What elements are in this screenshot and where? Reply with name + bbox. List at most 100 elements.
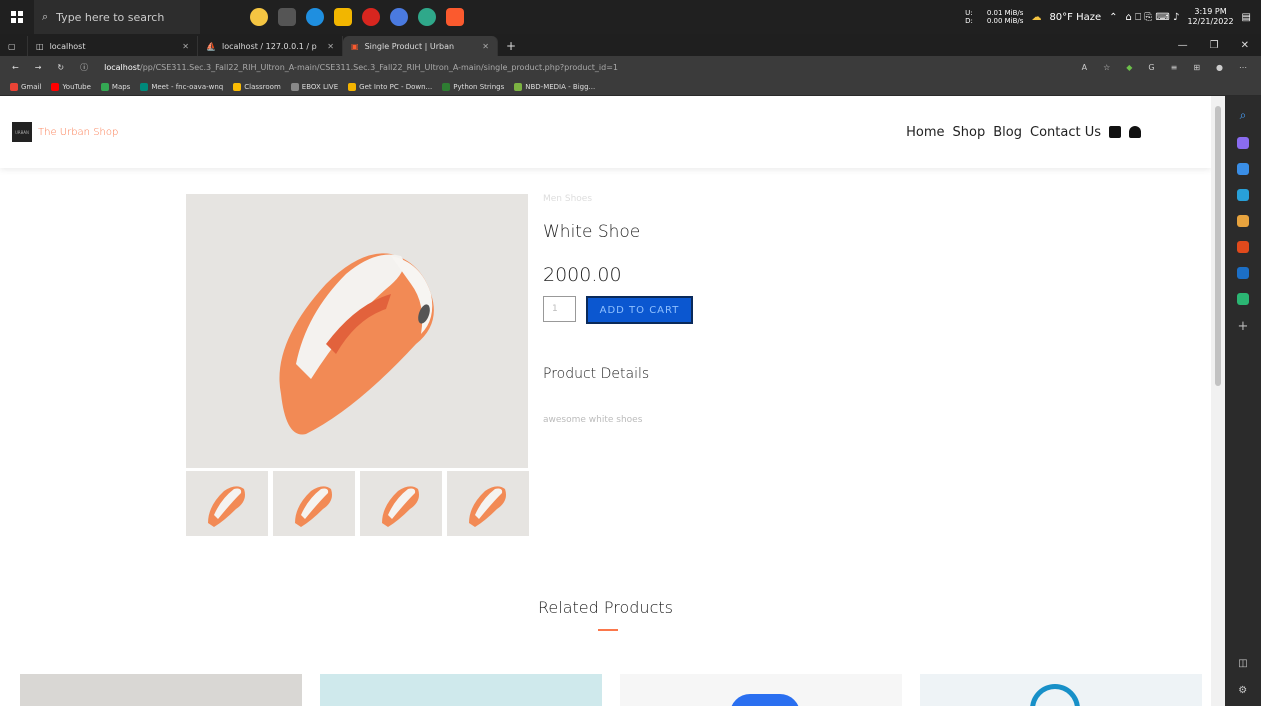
bookmark-classroom[interactable]: Classroom xyxy=(233,82,281,91)
file-explorer-icon[interactable] xyxy=(334,8,352,26)
maps-icon xyxy=(100,82,109,91)
tree-icon[interactable] xyxy=(1237,293,1249,305)
new-tab-button[interactable]: + xyxy=(498,36,524,56)
page-scrollbar[interactable] xyxy=(1211,96,1225,706)
bookmark-getintopc[interactable]: Get Into PC - Down... xyxy=(348,82,432,91)
bookmark-meet[interactable]: Meet - fnc-oava-wnq xyxy=(140,82,223,91)
xampp-icon[interactable] xyxy=(446,8,464,26)
tools-icon[interactable] xyxy=(1237,189,1249,201)
opera-icon[interactable] xyxy=(362,8,380,26)
w3schools-icon xyxy=(442,82,451,91)
url-field[interactable]: localhost/pp/CSE311.Sec.3_Fall22_RIH_Ult… xyxy=(104,63,1065,72)
refresh-icon[interactable]: ↻ xyxy=(57,63,64,72)
net-up-value: 0.01 MiB/s xyxy=(986,9,1024,17)
clock[interactable]: 3:19 PM 12/21/2022 xyxy=(1187,7,1233,27)
more-icon[interactable]: ⋯ xyxy=(1239,63,1247,72)
tab-phpmyadmin[interactable]: ⛵ localhost / 127.0.0.1 / php_proje ✕ xyxy=(198,36,343,56)
brand-name: The Urban Shop xyxy=(38,126,119,138)
weather-app-icon[interactable] xyxy=(250,8,268,26)
product-thumbnail[interactable] xyxy=(273,471,355,536)
window-controls: — ❐ ✕ xyxy=(1178,34,1261,56)
back-icon[interactable]: ← xyxy=(12,63,19,72)
tab-localhost[interactable]: ◫ localhost ✕ xyxy=(28,36,198,56)
notification-icon[interactable]: ▤ xyxy=(1242,12,1251,23)
task-view-icon[interactable] xyxy=(278,8,296,26)
hide-sidebar-icon[interactable]: ◫ xyxy=(1238,658,1247,669)
close-icon[interactable]: ✕ xyxy=(327,42,334,51)
youtube-icon xyxy=(51,82,60,91)
clock-date: 12/21/2022 xyxy=(1187,17,1234,26)
search-icon[interactable]: ⌕ xyxy=(1240,108,1247,123)
extension-icon[interactable]: ◆ xyxy=(1126,63,1132,72)
close-icon[interactable]: ✕ xyxy=(482,42,489,51)
chrome-canary-icon[interactable] xyxy=(390,8,408,26)
settings-icon[interactable]: ⚙ xyxy=(1238,685,1247,696)
read-aloud-icon[interactable]: A xyxy=(1082,63,1087,72)
related-product-card[interactable] xyxy=(920,674,1202,706)
office-icon[interactable] xyxy=(1237,241,1249,253)
tab-single-product[interactable]: ▣ Single Product | Urban ✕ xyxy=(343,36,498,56)
product-thumbnail[interactable] xyxy=(447,471,529,536)
tray-icons[interactable]: ⌂ ⎕ ⎘ ⌨ ♪ xyxy=(1126,12,1180,23)
product-thumbnail[interactable] xyxy=(186,471,268,536)
gmail-icon xyxy=(10,82,18,91)
quantity-input[interactable] xyxy=(543,296,576,322)
nav-shop[interactable]: Shop xyxy=(953,125,986,140)
outlook-icon[interactable] xyxy=(1237,267,1249,279)
bookmark-ebox[interactable]: EBOX LIVE xyxy=(290,82,338,91)
shopping-icon[interactable] xyxy=(1237,163,1249,175)
nbd-icon xyxy=(514,82,523,91)
add-icon[interactable]: + xyxy=(1238,319,1249,334)
product-price: 2000.00 xyxy=(543,264,622,286)
copilot-icon[interactable] xyxy=(1237,137,1249,149)
taskbar-search[interactable]: ⌕ Type here to search xyxy=(34,0,200,34)
related-product-card[interactable] xyxy=(620,674,902,706)
bookmark-maps[interactable]: Maps xyxy=(100,82,130,91)
tab-strip: ▢ ◫ localhost ✕ ⛵ localhost / 127.0.0.1 … xyxy=(0,34,1261,56)
product-thumbnail[interactable] xyxy=(360,471,442,536)
chrome-icon[interactable] xyxy=(418,8,436,26)
related-product-card[interactable] xyxy=(20,674,302,706)
taskbar-search-placeholder: Type here to search xyxy=(56,10,165,24)
xampp-tab-icon: ▣ xyxy=(351,41,359,51)
nav-blog[interactable]: Blog xyxy=(993,125,1022,140)
heading-underline xyxy=(598,629,618,631)
close-icon[interactable]: ✕ xyxy=(182,42,189,51)
site-navbar: URBAN The Urban Shop Home Shop Blog Cont… xyxy=(0,96,1211,168)
weather-text[interactable]: 80°F Haze xyxy=(1049,12,1101,23)
tab-actions-icon[interactable]: ▢ xyxy=(0,36,28,56)
collections-icon[interactable]: ⊞ xyxy=(1193,63,1200,72)
shopping-bag-icon[interactable] xyxy=(1109,126,1121,138)
bookmark-nbd-media[interactable]: NBD-MEDIA - Bigg... xyxy=(514,82,595,91)
bookmark-gmail[interactable]: Gmail xyxy=(10,82,41,91)
add-to-cart-button[interactable]: ADD TO CART xyxy=(586,296,693,324)
profile-icon[interactable]: ● xyxy=(1216,63,1223,72)
close-window-icon[interactable]: ✕ xyxy=(1241,40,1249,51)
extension2-icon[interactable]: G xyxy=(1148,63,1154,72)
edge-icon[interactable] xyxy=(306,8,324,26)
related-product-card[interactable] xyxy=(320,674,602,706)
bookmark-youtube[interactable]: YouTube xyxy=(51,82,91,91)
product-gallery xyxy=(186,194,529,536)
bookmark-python-strings[interactable]: Python Strings xyxy=(442,82,504,91)
nav-contact[interactable]: Contact Us xyxy=(1030,125,1101,140)
nav-home[interactable]: Home xyxy=(906,125,944,140)
games-icon[interactable] xyxy=(1237,215,1249,227)
product-main-image xyxy=(186,194,528,468)
scrollbar-thumb[interactable] xyxy=(1215,106,1221,386)
restore-icon[interactable]: ❐ xyxy=(1210,40,1219,51)
minimize-icon[interactable]: — xyxy=(1178,40,1188,51)
chevron-up-icon[interactable]: ⌃ xyxy=(1109,12,1117,23)
bookmarks-bar: Gmail YouTube Maps Meet - fnc-oava-wnq C… xyxy=(0,78,1261,96)
net-down-label: D: xyxy=(965,17,973,25)
start-button[interactable] xyxy=(0,0,34,34)
bookmark-label: Classroom xyxy=(244,82,281,91)
brand[interactable]: URBAN The Urban Shop xyxy=(12,122,118,142)
favorites-icon[interactable]: ≡ xyxy=(1171,63,1178,72)
favorite-icon[interactable]: ☆ xyxy=(1103,63,1110,72)
info-icon[interactable]: ⓘ xyxy=(80,62,88,73)
forward-icon[interactable]: → xyxy=(35,63,42,72)
brand-logo: URBAN xyxy=(12,122,32,142)
clock-time: 3:19 PM xyxy=(1194,7,1227,16)
user-icon[interactable] xyxy=(1129,126,1141,138)
